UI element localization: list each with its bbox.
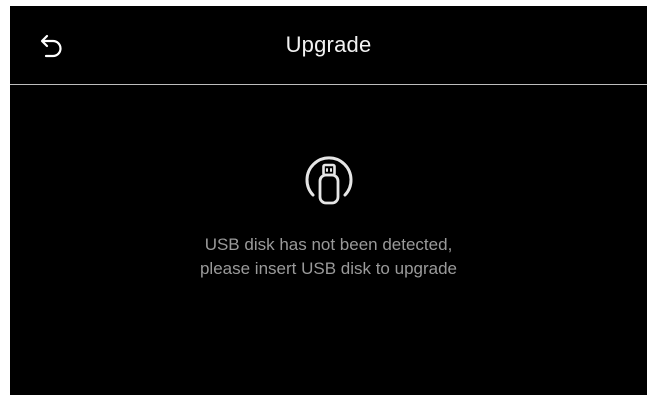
usb-disk-icon — [305, 156, 352, 205]
message-line-1: USB disk has not been detected, — [204, 235, 453, 254]
usb-not-detected-message: USB disk has not been detected, please i… — [10, 233, 647, 281]
message-line-2: please insert USB disk to upgrade — [199, 259, 458, 278]
page-title: Upgrade — [285, 32, 372, 57]
main-content: USB disk has not been detected, please i… — [10, 85, 647, 395]
upgrade-screen: Upgrade USB disk has not been detected, … — [10, 6, 647, 395]
header-bar: Upgrade — [10, 6, 647, 84]
